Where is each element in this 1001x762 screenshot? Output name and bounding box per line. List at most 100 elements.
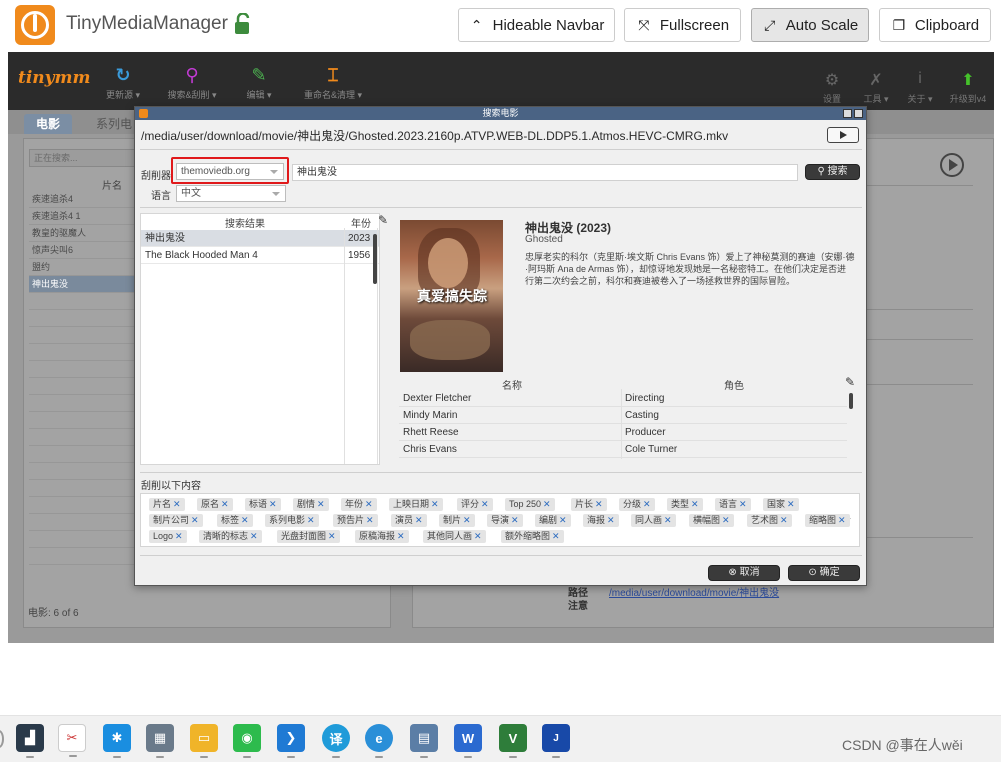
scrape-option-chip[interactable]: 分级 ✕	[619, 498, 655, 511]
wechat-icon[interactable]: ◉	[233, 724, 261, 758]
cast-row[interactable]: Rhett Reese Producer	[399, 424, 847, 441]
results-year-header[interactable]: 年份	[351, 215, 371, 230]
remove-chip-icon[interactable]: ✕	[173, 499, 181, 509]
scrape-option-chip[interactable]: 演员 ✕	[391, 514, 427, 527]
clipboard-button[interactable]: ❐ Clipboard	[879, 8, 991, 42]
remove-chip-icon[interactable]: ✕	[552, 531, 560, 541]
scrape-option-chip[interactable]: 横幅图 ✕	[689, 514, 734, 527]
scrape-option-chip[interactable]: 上映日期 ✕	[389, 498, 443, 511]
edge-icon[interactable]: e	[365, 724, 393, 758]
remove-chip-icon[interactable]: ✕	[463, 515, 471, 525]
scrape-option-chip[interactable]: 系列电影 ✕	[265, 514, 319, 527]
remove-chip-icon[interactable]: ✕	[307, 515, 315, 525]
edit-button[interactable]: ✎ 编辑 ▾	[229, 62, 289, 108]
file-explorer-icon[interactable]: ▭	[190, 724, 218, 758]
taskbar-app-icon[interactable]: ▟	[16, 724, 44, 758]
remove-chip-icon[interactable]: ✕	[317, 499, 325, 509]
remove-chip-icon[interactable]: ✕	[250, 531, 258, 541]
tools-button[interactable]: ✗ 工具 ▾	[856, 70, 896, 105]
remove-chip-icon[interactable]: ✕	[838, 515, 846, 525]
vim-icon[interactable]: V	[499, 724, 527, 758]
scrape-option-chip[interactable]: 清晰的标志 ✕	[199, 530, 262, 543]
play-icon[interactable]	[940, 153, 964, 177]
vscode-icon[interactable]: ❯	[277, 724, 305, 758]
scrape-option-chip[interactable]: 额外缩略图 ✕	[501, 530, 564, 543]
remove-chip-icon[interactable]: ✕	[607, 515, 615, 525]
tab-movies[interactable]: 电影	[24, 114, 73, 134]
movie-list-item[interactable]: 盟约	[29, 259, 151, 276]
minimize-icon[interactable]	[843, 109, 852, 118]
close-icon[interactable]	[854, 109, 863, 118]
scrape-option-chip[interactable]: 年份 ✕	[341, 498, 377, 511]
wrench-icon[interactable]: ✎	[378, 213, 388, 227]
jlink-icon[interactable]: J	[542, 724, 570, 758]
remove-chip-icon[interactable]: ✕	[175, 531, 183, 541]
fullscreen-button[interactable]: ⤧ Fullscreen	[624, 8, 741, 42]
cast-row[interactable]: Chris Evans Cole Turner	[399, 441, 847, 458]
scrape-option-chip[interactable]: 片长 ✕	[571, 498, 607, 511]
remove-chip-icon[interactable]: ✕	[397, 531, 405, 541]
scrape-option-chip[interactable]: 同人画 ✕	[631, 514, 676, 527]
play-file-button[interactable]	[827, 127, 859, 143]
scrape-option-chip[interactable]: 艺术图 ✕	[747, 514, 792, 527]
scrape-option-chip[interactable]: 光盘封面图 ✕	[277, 530, 340, 543]
remove-chip-icon[interactable]: ✕	[780, 515, 788, 525]
scrape-option-chip[interactable]: 国家 ✕	[763, 498, 799, 511]
scrape-option-chip[interactable]: 片名 ✕	[149, 498, 185, 511]
scrape-option-chip[interactable]: 导演 ✕	[487, 514, 523, 527]
remove-chip-icon[interactable]: ✕	[328, 531, 336, 541]
movie-search-input[interactable]: 正在搜索...	[29, 149, 135, 167]
cast-scrollbar[interactable]	[849, 393, 853, 409]
results-scrollbar[interactable]	[373, 234, 377, 284]
scrape-option-chip[interactable]: 剧情 ✕	[293, 498, 329, 511]
results-title-header[interactable]: 搜索结果	[225, 215, 265, 230]
hideable-navbar-button[interactable]: ⌃ Hideable Navbar	[458, 8, 615, 42]
movie-path-link[interactable]: /media/user/download/movie/神出鬼没	[609, 584, 779, 599]
remove-chip-icon[interactable]: ✕	[431, 499, 439, 509]
cast-row[interactable]: Mindy Marin Casting	[399, 407, 847, 424]
calculator-icon[interactable]: ▦	[146, 724, 174, 758]
remove-chip-icon[interactable]: ✕	[191, 515, 199, 525]
title-column-header[interactable]: 片名	[102, 177, 122, 192]
remove-chip-icon[interactable]: ✕	[269, 499, 277, 509]
language-select[interactable]: 中文	[176, 185, 286, 202]
remove-chip-icon[interactable]: ✕	[365, 499, 373, 509]
scrape-option-chip[interactable]: 标签 ✕	[217, 514, 253, 527]
rename-clean-button[interactable]: ⌶ 重命名&清理 ▾	[298, 62, 368, 108]
movie-list-item[interactable]: 教皇的驱魔人	[29, 225, 151, 242]
scrape-option-chip[interactable]: 标语 ✕	[245, 498, 281, 511]
movie-list-item[interactable]: 疾速追杀4	[29, 191, 151, 208]
search-button[interactable]: ⚲ 搜索	[805, 164, 860, 180]
remove-chip-icon[interactable]: ✕	[739, 499, 747, 509]
search-icon[interactable]	[0, 730, 4, 748]
upgrade-button[interactable]: ⬆ 升级到v4	[946, 70, 990, 105]
movie-list-item[interactable]: 惊声尖叫6	[29, 242, 151, 259]
word-icon[interactable]: W	[454, 724, 482, 758]
settings-button[interactable]: ⚙ 设置	[812, 70, 852, 105]
movie-list-item[interactable]: 神出鬼没	[29, 276, 151, 293]
remove-chip-icon[interactable]: ✕	[787, 499, 795, 509]
scrape-option-chip[interactable]: 海报 ✕	[583, 514, 619, 527]
remove-chip-icon[interactable]: ✕	[474, 531, 482, 541]
remove-chip-icon[interactable]: ✕	[221, 499, 229, 509]
remove-chip-icon[interactable]: ✕	[543, 499, 551, 509]
remove-chip-icon[interactable]: ✕	[241, 515, 249, 525]
ok-button[interactable]: ⊙ 确定	[788, 565, 860, 581]
search-query-input[interactable]: 神出鬼没	[292, 164, 798, 181]
auto-scale-button[interactable]: ⤢ Auto Scale	[751, 8, 869, 42]
remove-chip-icon[interactable]: ✕	[481, 499, 489, 509]
scrape-option-chip[interactable]: 其他同人画 ✕	[423, 530, 486, 543]
cast-row[interactable]: Dexter Fletcher Directing	[399, 390, 847, 407]
scrape-option-chip[interactable]: 原名 ✕	[197, 498, 233, 511]
remove-chip-icon[interactable]: ✕	[559, 515, 567, 525]
remove-chip-icon[interactable]: ✕	[511, 515, 519, 525]
scrape-option-chip[interactable]: 原稿海报 ✕	[355, 530, 409, 543]
movie-list-item[interactable]: 疾速追杀4 1	[29, 208, 151, 225]
remote-desktop-icon[interactable]: ▤	[410, 724, 438, 758]
remove-chip-icon[interactable]: ✕	[415, 515, 423, 525]
scrape-option-chip[interactable]: 缩略图 ✕	[805, 514, 850, 527]
unlock-icon[interactable]	[232, 13, 252, 35]
search-scrape-button[interactable]: ⚲ 搜索&刮削 ▾	[162, 62, 222, 108]
remove-chip-icon[interactable]: ✕	[722, 515, 730, 525]
cancel-button[interactable]: ⊗ 取消	[708, 565, 780, 581]
